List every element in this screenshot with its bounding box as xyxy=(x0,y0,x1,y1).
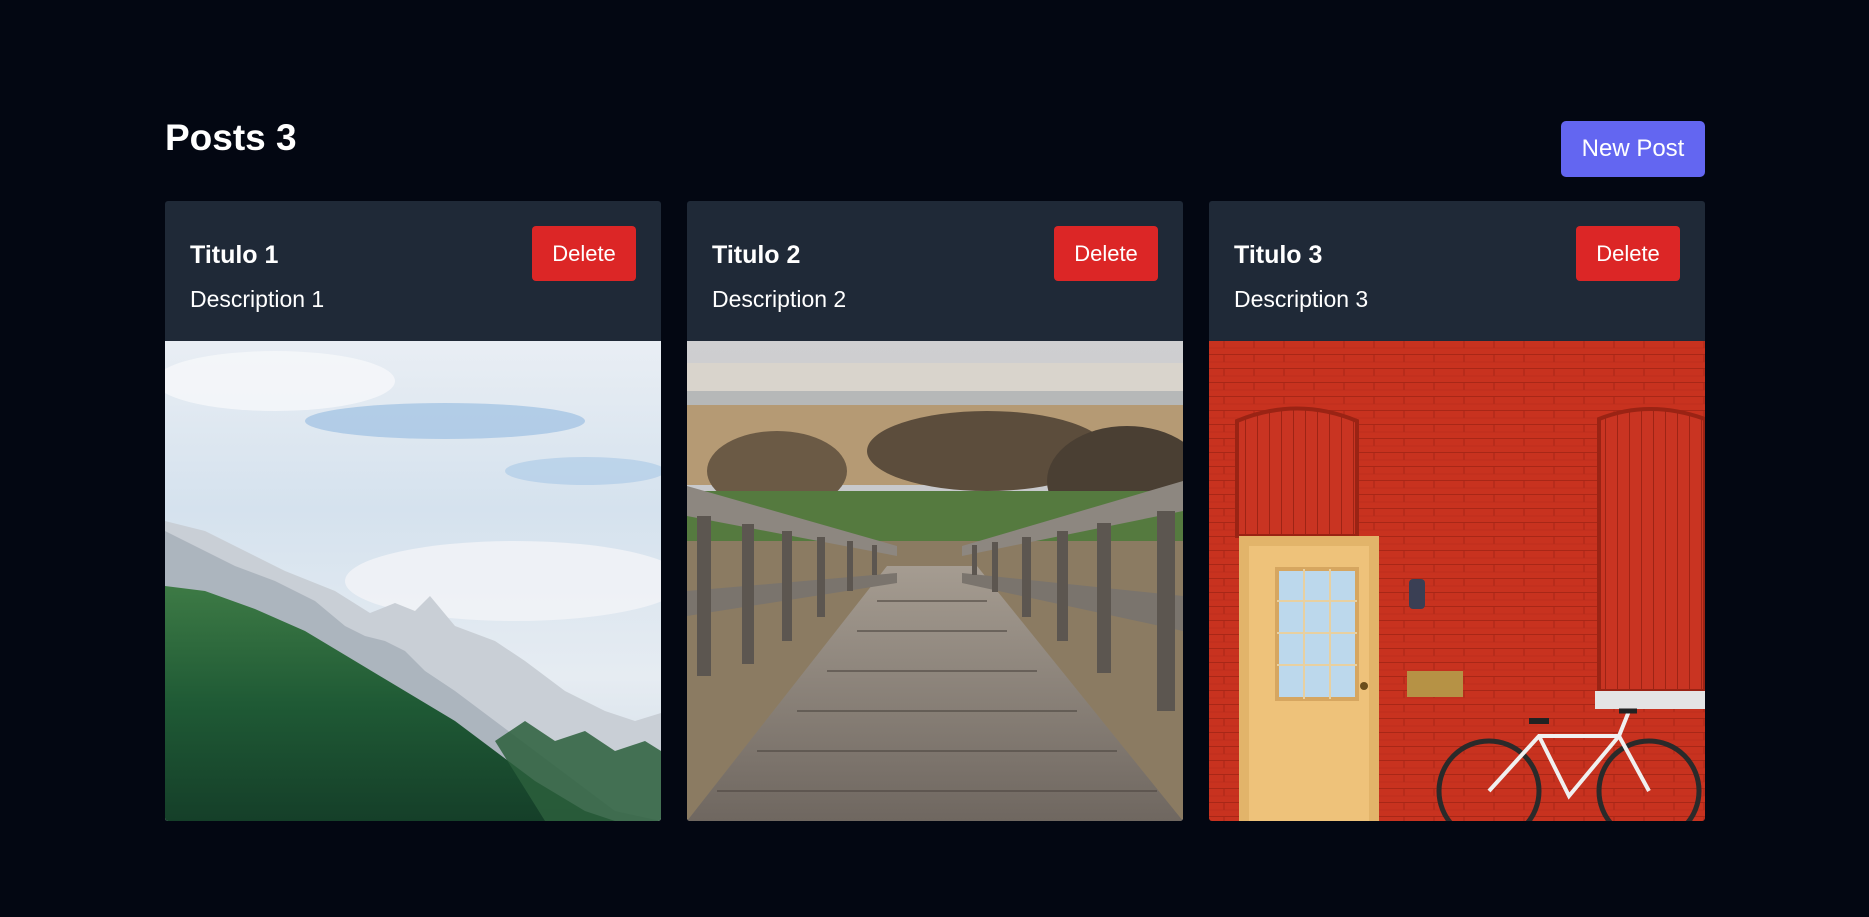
wooden-boardwalk-photo xyxy=(687,341,1183,821)
post-card-header: Titulo 2 Description 2 Delete xyxy=(687,201,1183,341)
new-post-button[interactable]: New Post xyxy=(1561,121,1705,177)
post-description: Description 2 xyxy=(712,286,847,312)
post-title: Titulo 2 xyxy=(712,241,801,269)
mountain-forest-photo xyxy=(165,341,661,821)
post-title: Titulo 1 xyxy=(190,241,279,269)
post-description: Description 3 xyxy=(1234,286,1369,312)
post-card-header: Titulo 1 Description 1 Delete xyxy=(165,201,661,341)
post-description: Description 1 xyxy=(190,286,325,312)
delete-button[interactable]: Delete xyxy=(1576,226,1680,281)
post-card: Titulo 1 Description 1 Delete xyxy=(165,201,661,821)
page-title: Posts 3 xyxy=(165,117,297,158)
post-list: Titulo 1 Description 1 Delete Titulo 2 D… xyxy=(165,201,1705,821)
post-card: Titulo 3 Description 3 Delete xyxy=(1209,201,1705,821)
page: Posts 3 New Post Titulo 1 Description 1 … xyxy=(0,0,1869,917)
delete-button[interactable]: Delete xyxy=(532,226,636,281)
red-brick-wall-door-bicycle-photo xyxy=(1209,341,1705,821)
delete-button[interactable]: Delete xyxy=(1054,226,1158,281)
post-title: Titulo 3 xyxy=(1234,241,1323,269)
post-card: Titulo 2 Description 2 Delete xyxy=(687,201,1183,821)
page-header: Posts 3 New Post xyxy=(165,113,1705,177)
post-card-header: Titulo 3 Description 3 Delete xyxy=(1209,201,1705,341)
